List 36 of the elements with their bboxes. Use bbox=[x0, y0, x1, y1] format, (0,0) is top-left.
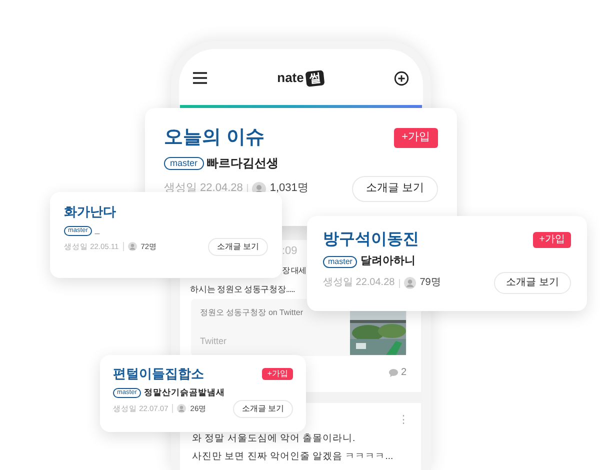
created-date: 생성일 22.04.28 bbox=[323, 276, 395, 290]
logo-badge: 썰 bbox=[305, 70, 325, 86]
intro-button[interactable]: 소개글 보기 bbox=[494, 272, 571, 294]
group-title: 편털이들집합소 bbox=[113, 366, 204, 382]
add-icon[interactable] bbox=[394, 70, 409, 86]
group-card[interactable]: 방구석이동진 +가입 master 달려아하니 생성일 22.04.28 79명 소개글 보기 bbox=[307, 216, 587, 311]
person-icon bbox=[177, 404, 186, 414]
post-text: 하시는 정원오 성동구청장..... bbox=[190, 284, 295, 295]
master-badge: master bbox=[164, 156, 204, 170]
group-title: 방구석이동진 bbox=[323, 230, 419, 250]
comment-count: 2 bbox=[401, 367, 407, 380]
post-text: 사진만 보면 진짜 악어인줄 알겠음 ㅋㅋㅋㅋ... bbox=[192, 451, 394, 463]
person-icon bbox=[128, 242, 137, 252]
member-count: 79명 bbox=[420, 276, 441, 290]
post-text: 와 정말 서울도심에 악어 출몰이라니. bbox=[192, 433, 356, 445]
intro-button[interactable]: 소개글 보기 bbox=[352, 176, 438, 202]
master-name: 정말산기슭곰발냄새 bbox=[144, 387, 225, 398]
comment-icon bbox=[389, 369, 398, 378]
menu-icon[interactable] bbox=[193, 72, 207, 84]
group-title: 화가난다 bbox=[64, 204, 116, 220]
join-button[interactable]: +가입 bbox=[533, 232, 571, 248]
link-title: 정원오 성동구청장 on Twitter bbox=[200, 308, 303, 318]
post-time: :09 bbox=[282, 245, 298, 259]
master-name: 빠르다김선생 bbox=[206, 156, 279, 171]
join-button[interactable]: +가입 bbox=[394, 128, 438, 148]
master-name: _ bbox=[94, 225, 100, 236]
master-badge: master bbox=[323, 256, 358, 268]
post-text: 장 대세 bbox=[282, 266, 306, 276]
person-icon bbox=[404, 277, 416, 289]
group-title: 오늘의 이슈 bbox=[164, 126, 264, 150]
intro-button[interactable]: 소개글 보기 bbox=[208, 238, 268, 256]
intro-button[interactable]: 소개글 보기 bbox=[232, 400, 293, 418]
join-button[interactable]: +가입 bbox=[262, 368, 293, 380]
link-source: Twitter bbox=[200, 336, 227, 348]
master-name: 달려아하니 bbox=[360, 255, 416, 269]
logo-text: nate bbox=[277, 70, 304, 86]
